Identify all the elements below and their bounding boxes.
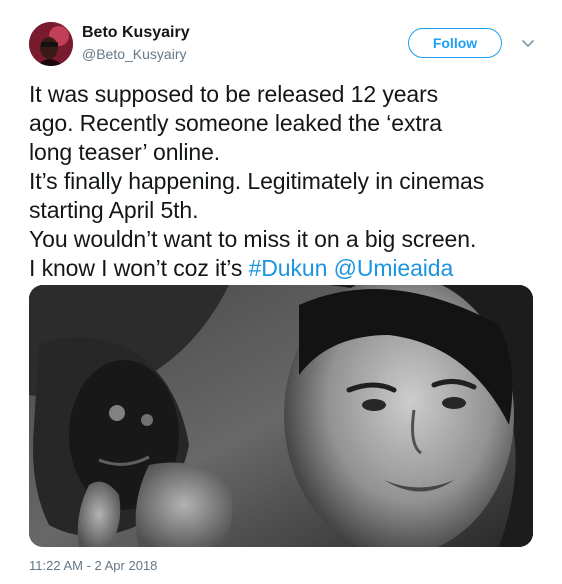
user-name[interactable]: Beto Kusyairy [82,24,190,42]
tweet-text-line: starting April 5th. [29,197,199,223]
tweet-text-line: It’s finally happening. Legitimately in … [29,168,485,194]
chevron-down-icon[interactable] [515,30,541,56]
tweet-header: Beto Kusyairy @Beto_Kusyairy Follow [29,22,541,72]
tweet-text-line: You wouldn’t want to miss it on a big sc… [29,226,477,252]
follow-button[interactable]: Follow [408,28,502,58]
user-handle[interactable]: @Beto_Kusyairy [82,46,186,62]
tweet-text-line: ago. Recently someone leaked the ‘extra [29,110,442,136]
tweet-card: Beto Kusyairy @Beto_Kusyairy Follow It w… [0,0,562,584]
mention-link[interactable]: @Umieaida [334,255,454,281]
tweet-text-line: I know I won’t coz it’s #Dukun @Umieaida [29,254,549,283]
tweet-text: It was supposed to be released 12 years … [29,80,549,283]
avatar[interactable] [29,22,73,66]
tweet-text-prefix: I know I won’t coz it’s [29,255,249,281]
tweet-timestamp[interactable]: 11:22 AM - 2 Apr 2018 [29,558,157,573]
tweet-text-line: long teaser’ online. [29,139,221,165]
tweet-text-line: It was supposed to be released 12 years [29,81,439,107]
tweet-media-image[interactable] [29,285,533,547]
hashtag-link[interactable]: #Dukun [249,255,328,281]
